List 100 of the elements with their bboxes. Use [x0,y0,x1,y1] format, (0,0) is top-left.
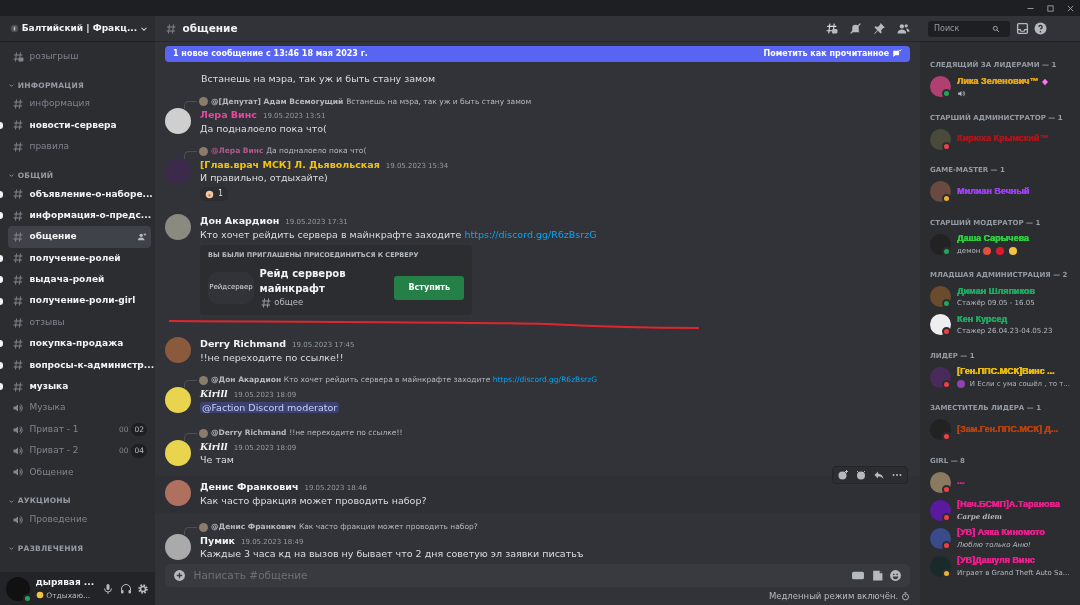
avatar [930,128,951,150]
server-name: Рейд серверов майнкрафт [259,267,347,297]
channel-item[interactable]: Проведение [8,509,151,531]
forum-icon [12,50,24,63]
member-name: [УВ]Дашуля Винс [957,554,1035,567]
search-bar[interactable]: Поиск [928,20,1010,37]
author-name[interactable]: [Глав.врач МСК] Л. Дьявольская [200,157,380,171]
timer-icon [901,591,910,601]
member-name: [УВ] Аяка Киномото [957,526,1045,539]
channel-item[interactable]: информация [8,93,151,115]
avatar [930,286,951,307]
message-text: !!не переходите по ссылке!! [200,350,345,364]
add-reaction-icon[interactable] [837,469,849,481]
author-name[interactable]: Лера Винс [200,108,257,121]
reply-icon[interactable] [873,469,885,481]
hash-icon [12,119,24,132]
member-name: [Ген.ППС.МСК]Винс ... [957,365,1055,378]
author-name[interactable]: Kirill [200,439,228,453]
member-item[interactable]: ... [930,468,1078,496]
channel-item[interactable]: общение [8,226,151,248]
author-name[interactable]: Derry Richmand [200,337,287,350]
avatar [165,480,191,506]
message-text: Да подналоело пока что( [200,121,327,135]
message-input[interactable]: Написать #общение [191,566,846,585]
avatar [6,576,30,601]
avatar [199,428,208,438]
add-member-icon[interactable] [137,232,147,243]
bell-muted-icon[interactable] [849,22,862,35]
close-icon[interactable] [1065,3,1075,13]
chevron-down-icon[interactable] [8,497,15,505]
maximize-icon[interactable] [1045,3,1055,13]
speaker-icon [12,444,24,457]
chevron-down-icon[interactable] [8,172,15,180]
join-button[interactable]: Вступить [394,275,464,300]
search-icon [992,24,1000,33]
hash-icon [12,188,24,201]
hash-icon [165,22,177,35]
hash-icon [12,252,24,265]
chevron-down-icon[interactable] [8,81,15,89]
members-icon[interactable] [897,22,910,35]
channel-item[interactable]: получение-роли-girl [8,290,151,312]
speaker-icon [12,423,24,436]
boost-icon [10,24,19,33]
member-name: Кен Курсед [957,312,1008,326]
emoji-icon [205,189,214,199]
author-name[interactable]: Kirill [200,386,228,400]
channel-item[interactable]: покупка-продажа [8,333,151,355]
link[interactable]: https://discord.gg/R6zBsrzG [464,228,597,240]
channel-item[interactable]: музыка [8,376,151,398]
sticker-icon[interactable] [870,569,884,582]
author-name[interactable]: Пумик [200,533,235,547]
channel-item[interactable]: правила [8,136,151,158]
member-item[interactable]: Лика Зеленович™ [930,72,1078,101]
hash-icon [12,380,24,393]
member-name: [Нач.БСМП]А.Таранова [957,498,1060,511]
channel-item[interactable]: информация-о-предс... [8,204,151,227]
message-text: Встанешь на мэра, так уж и быть стану замом [200,72,437,85]
hash-icon [12,295,24,308]
channel-item[interactable]: Общение [8,461,151,484]
channel-item[interactable]: отзывы [8,311,151,334]
mention[interactable]: @Faction Discord moderator [200,402,340,413]
hash-icon [12,98,24,111]
avatar [199,522,208,532]
inbox-icon[interactable] [1015,22,1029,35]
avatar [165,214,191,240]
avatar [930,471,951,493]
author-name[interactable]: Денис Франкович [200,480,299,493]
chevron-down-icon[interactable] [8,544,15,552]
avatar [165,386,191,413]
message-text: Кто хочет рейдить сервера в майнкрафте заходите https://discord.gg/R6zBsrzG [200,227,597,241]
channel-item[interactable]: розыгрыш [8,46,151,68]
author-name[interactable]: Дон Акардион [200,214,280,227]
channel-item[interactable]: выдача-ролей [8,269,151,291]
mark-as-read-link[interactable]: Пометить как прочитанное [763,48,902,60]
hash-icon [12,359,24,372]
channel-item[interactable]: Музыка [8,397,151,419]
avatar [930,366,951,388]
avatar [930,499,951,521]
composer-bar[interactable]: Написать #общение [165,564,910,587]
avatar [199,375,208,385]
channel-item[interactable]: объявление-о-наборе... [8,183,151,205]
channel-item[interactable]: новости-сервера [8,114,151,137]
speaker-icon [12,466,24,479]
attach-plus-icon[interactable] [173,569,186,582]
settings-icon[interactable] [137,582,149,595]
reaction[interactable]: 1 [200,187,229,201]
super-reaction-icon[interactable] [855,469,867,481]
server-name[interactable]: Балтийский | Фракц... [21,21,139,36]
pin-icon[interactable] [873,22,886,35]
threads-icon[interactable] [825,22,838,35]
member-name: Даша Сарычева [957,232,1029,245]
channel-item[interactable]: получение-ролей [8,247,151,270]
microphone-icon[interactable] [102,582,114,595]
hash-icon [12,338,24,350]
speaker-icon [12,513,24,526]
emoji-icon[interactable] [889,569,902,582]
invite-channel: общее [274,296,304,309]
help-icon[interactable] [1034,22,1047,35]
avatar [199,97,208,106]
headphones-icon[interactable] [119,582,132,595]
